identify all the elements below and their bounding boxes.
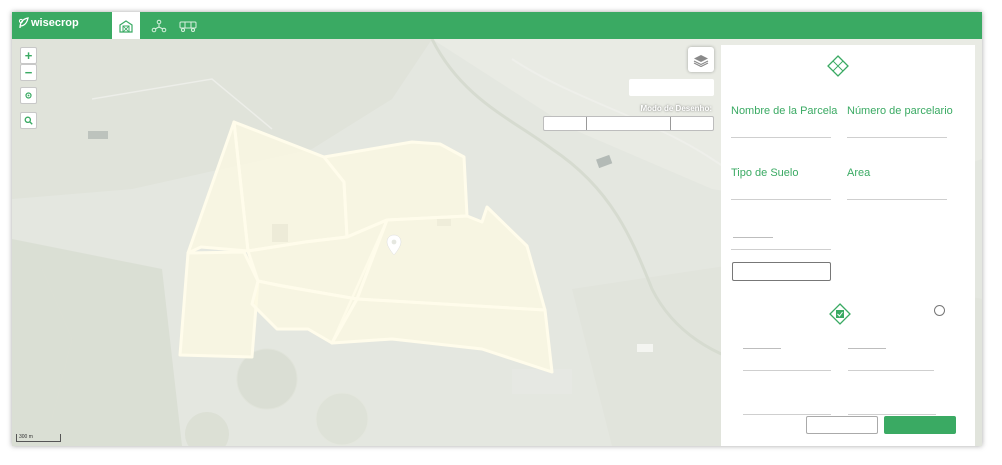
boxed-input[interactable] bbox=[732, 262, 831, 281]
layers-icon bbox=[693, 54, 709, 67]
area-label: Area bbox=[847, 167, 871, 179]
zoom-in-button[interactable]: + bbox=[20, 47, 37, 64]
crop-field-input[interactable] bbox=[848, 370, 934, 371]
draw-mode-toolbar bbox=[543, 116, 714, 131]
field-caption-line bbox=[733, 237, 773, 238]
crop-field-input[interactable] bbox=[848, 414, 936, 415]
draw-mode-label: Modo de Desenho: bbox=[640, 104, 712, 113]
tab-farm[interactable] bbox=[112, 12, 140, 39]
layers-button[interactable] bbox=[688, 47, 714, 72]
field-caption-line bbox=[743, 348, 781, 349]
tab-network[interactable] bbox=[145, 12, 173, 39]
map-search-button[interactable] bbox=[20, 112, 37, 129]
draw-mode-option[interactable] bbox=[671, 117, 713, 130]
parcel-number-label: Número de parcelario bbox=[847, 105, 953, 117]
draw-mode-option[interactable] bbox=[587, 117, 671, 130]
locate-button[interactable] bbox=[20, 87, 37, 104]
logo-text: wisecrop bbox=[31, 17, 79, 29]
map-address-search-input[interactable] bbox=[629, 79, 714, 96]
soil-type-select[interactable] bbox=[731, 199, 831, 200]
draw-mode-option[interactable] bbox=[544, 117, 587, 130]
crop-field-input[interactable] bbox=[743, 370, 831, 371]
area-input[interactable] bbox=[847, 199, 947, 200]
crop-icon bbox=[829, 303, 851, 325]
option-radio[interactable] bbox=[934, 305, 945, 316]
save-button[interactable] bbox=[884, 416, 956, 434]
app-logo[interactable]: wisecrop bbox=[18, 17, 79, 29]
field-caption-line bbox=[848, 348, 886, 349]
parcel-name-input[interactable] bbox=[731, 137, 831, 138]
machinery-icon bbox=[179, 21, 197, 32]
parcel-name-label: Nombre de la Parcela bbox=[731, 105, 838, 117]
zoom-out-button[interactable]: − bbox=[20, 64, 37, 81]
app-window: wisecrop + − Modo de Desenho: 300 m Nomb… bbox=[12, 12, 982, 446]
parcel-shape-icon bbox=[827, 55, 849, 77]
extra-field-input[interactable] bbox=[731, 249, 831, 250]
top-nav-bar: wisecrop bbox=[12, 12, 982, 39]
leaf-logo-icon bbox=[18, 17, 29, 29]
tab-machinery[interactable] bbox=[174, 12, 202, 39]
cancel-button[interactable] bbox=[806, 416, 878, 434]
map-scale-bar: 300 m bbox=[16, 434, 61, 442]
soil-type-label: Tipo de Suelo bbox=[731, 167, 799, 179]
parcel-number-input[interactable] bbox=[847, 137, 947, 138]
farm-icon bbox=[119, 19, 133, 33]
network-icon bbox=[151, 19, 167, 32]
parcel-form-panel: Nombre de la Parcela Número de parcelari… bbox=[721, 45, 975, 446]
crop-field-input[interactable] bbox=[743, 414, 831, 415]
search-icon bbox=[24, 116, 33, 125]
crosshair-icon bbox=[25, 92, 32, 99]
